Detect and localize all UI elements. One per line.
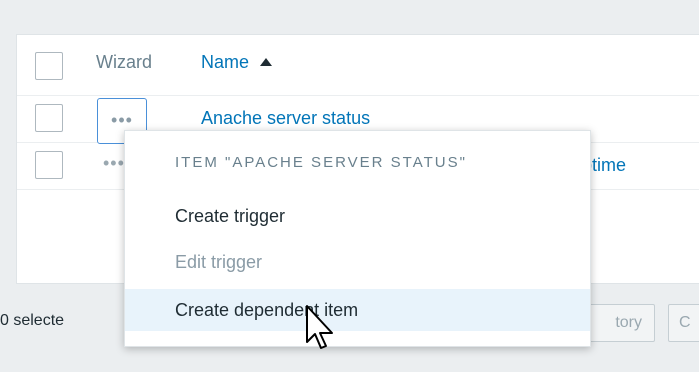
menu-item-create-trigger[interactable]: Create trigger [125, 195, 590, 237]
mouse-pointer-icon [306, 305, 333, 349]
wizard-column-header: Wizard [96, 52, 153, 72]
menu-item-create-dependent-item[interactable]: Create dependent item [125, 289, 590, 331]
name-column-header[interactable]: Name [201, 52, 273, 73]
menu-item-edit-trigger: Edit trigger [175, 252, 263, 272]
menu-header: ITEM "APACHE SERVER STATUS" [175, 154, 467, 171]
selected-count: 0 selecte [0, 312, 65, 329]
table-header-row: Wizard Name [17, 35, 699, 96]
item-context-menu: ITEM "APACHE SERVER STATUS" Create trigg… [124, 130, 591, 347]
row-checkbox[interactable] [35, 104, 63, 132]
page: Wizard Name ••• Anache server status •••… [0, 0, 699, 372]
select-all-checkbox[interactable] [35, 52, 63, 80]
item-name-link[interactable]: Anache server status [201, 108, 370, 129]
sort-ascending-icon [260, 58, 273, 66]
wizard-menu-button[interactable]: ••• [103, 153, 125, 174]
row-checkbox[interactable] [35, 151, 63, 179]
name-column-label[interactable]: Name [201, 52, 249, 72]
next-action-button[interactable]: C [668, 304, 699, 342]
